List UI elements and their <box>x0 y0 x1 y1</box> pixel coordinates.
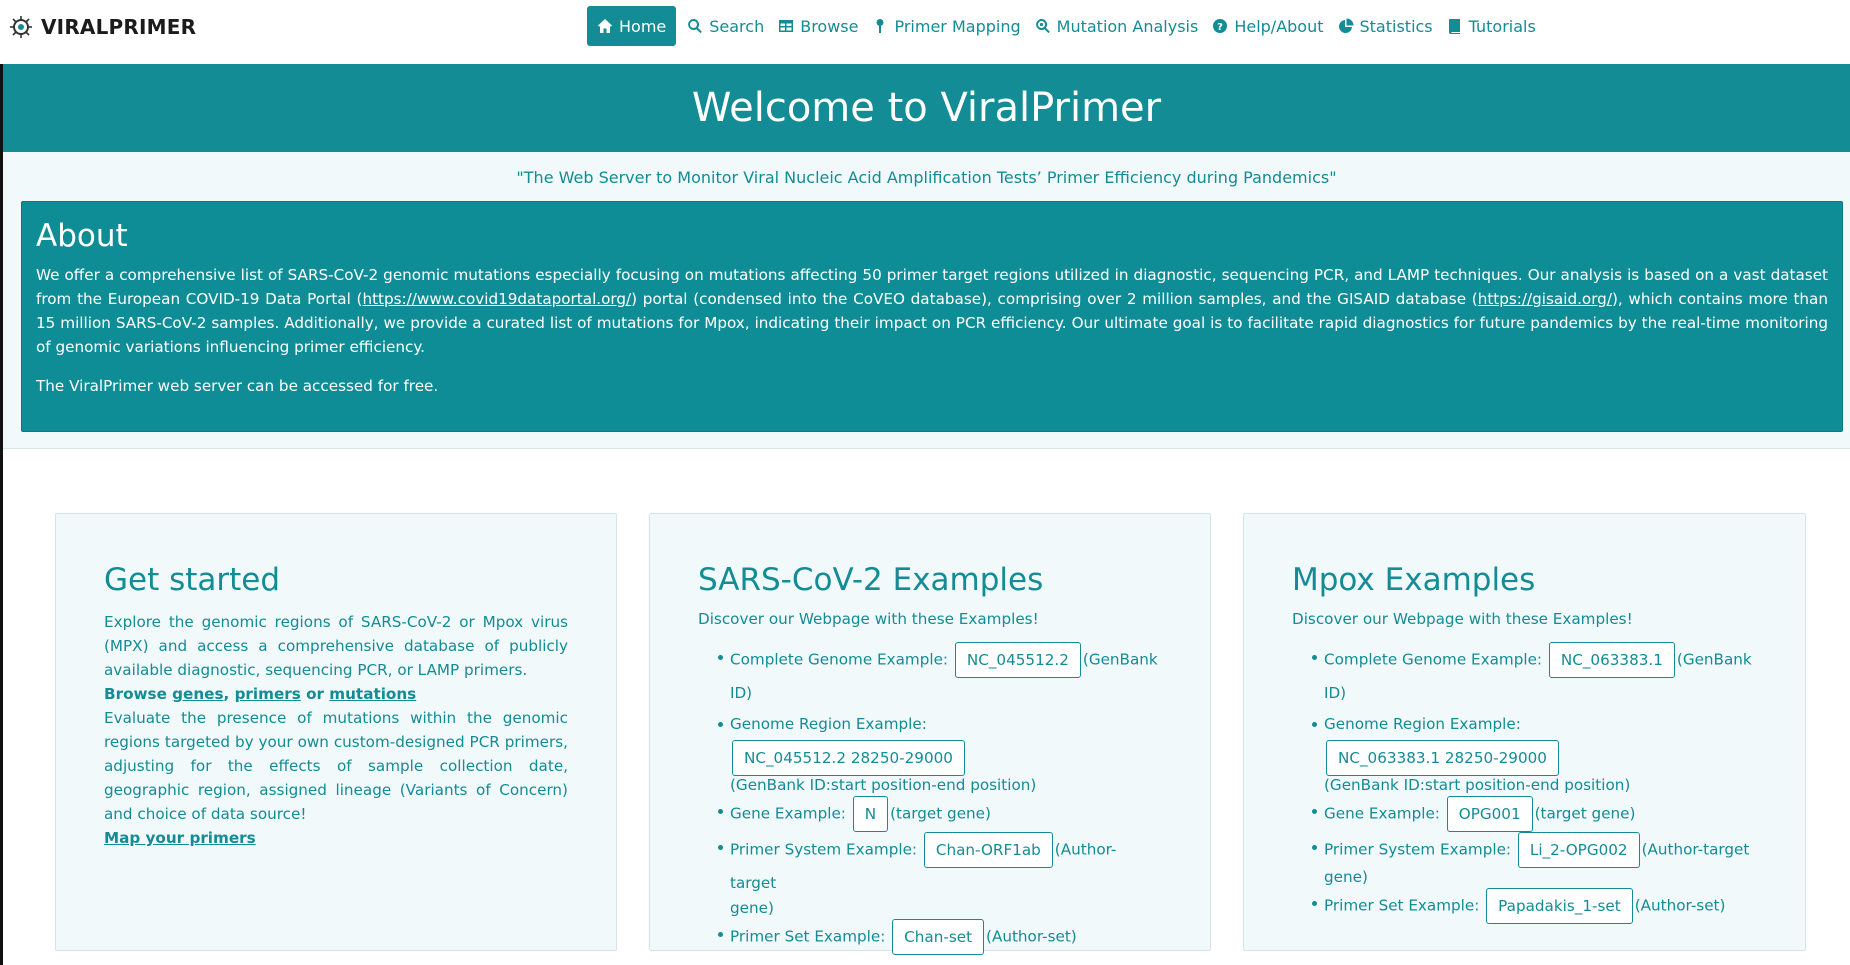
sars-examples-list: Complete Genome Example: NC_045512.2 (Gen… <box>698 642 1162 955</box>
sars-primer-system-example-button[interactable]: Chan-ORF1ab <box>923 832 1053 868</box>
sars-primer-set-example-button[interactable]: Chan-set <box>892 919 985 955</box>
nav-browse[interactable]: Browse <box>771 6 865 46</box>
about-title: About <box>36 218 128 254</box>
sars-examples-title: SARS-CoV-2 Examples <box>698 562 1044 598</box>
brand-logo[interactable]: VIRALPRIMER <box>8 15 196 39</box>
about-panel: About We offer a comprehensive list of S… <box>21 201 1843 432</box>
tagline: "The Web Server to Monitor Viral Nucleic… <box>516 168 1337 187</box>
page-title: Welcome to ViralPrimer <box>691 85 1162 131</box>
list-item: Primer Set Example: Papadakis_1-set (Auth… <box>1312 888 1757 924</box>
mpox-examples-list: Complete Genome Example: NC_063383.1 (Gen… <box>1292 642 1757 924</box>
mpox-gene-example-button[interactable]: OPG001 <box>1446 796 1533 832</box>
get-started-description: Explore the genomic regions of SARS-CoV-… <box>104 613 568 679</box>
nav-statistics[interactable]: Statistics <box>1331 6 1440 46</box>
list-item: Genome Region Example: NC_063383.1 28250… <box>1312 709 1757 796</box>
main-nav: Home Search Browse Primer Mapping Mutati… <box>587 6 1543 46</box>
nav-mutation-analysis[interactable]: Mutation Analysis <box>1028 6 1206 46</box>
mpox-genome-example-button[interactable]: NC_063383.1 <box>1548 642 1675 678</box>
nav-primer-mapping[interactable]: Primer Mapping <box>865 6 1027 46</box>
sars-region-example-button[interactable]: NC_045512.2 28250-29000 <box>732 740 965 776</box>
table-icon <box>779 20 794 32</box>
list-item: Gene Example: N (target gene) <box>718 796 1162 832</box>
mpox-examples-title: Mpox Examples <box>1292 562 1536 598</box>
search-icon <box>688 19 703 34</box>
about-free-access: The ViralPrimer web server can be access… <box>36 377 439 395</box>
sars-examples-subtitle: Discover our Webpage with these Examples… <box>698 610 1039 628</box>
browse-mutations-link[interactable]: mutations <box>329 685 416 703</box>
nav-help-about[interactable]: ? Help/About <box>1205 6 1330 46</box>
svg-text:?: ? <box>1217 22 1223 33</box>
sars-genome-example-button[interactable]: NC_045512.2 <box>954 642 1081 678</box>
nav-tutorials[interactable]: Tutorials <box>1440 6 1543 46</box>
get-started-card: Get started Explore the genomic regions … <box>55 513 617 951</box>
list-item: Primer Set Example: Chan-set (Author-set) <box>718 919 1162 955</box>
mpox-primer-set-example-button[interactable]: Papadakis_1-set <box>1486 888 1633 924</box>
mpox-region-example-button[interactable]: NC_063383.1 28250-29000 <box>1326 740 1559 776</box>
about-description: We offer a comprehensive list of SARS-Co… <box>36 266 1828 356</box>
browse-primers-link[interactable]: primers <box>235 685 301 703</box>
browse-genes-link[interactable]: genes <box>172 685 223 703</box>
brand-name: VIRALPRIMER <box>41 15 197 39</box>
book-icon <box>1448 19 1460 34</box>
nav-home[interactable]: Home <box>587 6 677 46</box>
intro-section: "The Web Server to Monitor Viral Nucleic… <box>3 152 1850 449</box>
search-mutation-icon <box>1035 19 1050 34</box>
map-pin-icon <box>876 19 884 33</box>
virus-logo-icon <box>10 16 32 38</box>
list-item: Gene Example: OPG001 (target gene) <box>1312 796 1757 832</box>
list-item: Primer System Example: Li_2-OPG002 (Autho… <box>1312 832 1757 888</box>
map-your-primers-link[interactable]: Map your primers <box>104 829 256 847</box>
list-item: Complete Genome Example: NC_063383.1 (Gen… <box>1312 642 1757 709</box>
pie-chart-icon <box>1338 18 1353 33</box>
list-item: Genome Region Example: NC_045512.2 28250… <box>718 709 1162 796</box>
sars-cov-2-examples-card: SARS-CoV-2 Examples Discover our Webpage… <box>649 513 1211 955</box>
question-circle-icon: ? <box>1213 19 1228 33</box>
get-started-title: Get started <box>104 562 281 598</box>
hero-banner: Welcome to ViralPrimer <box>3 64 1850 152</box>
list-item: Primer System Example: Chan-ORF1ab (Autho… <box>718 832 1162 919</box>
nav-search[interactable]: Search <box>680 6 771 46</box>
browse-links: Browse genes, primers or mutations <box>104 685 417 703</box>
navbar: VIRALPRIMER Home Search Browse Primer Ma… <box>0 0 1850 64</box>
list-item: Complete Genome Example: NC_045512.2 (Gen… <box>718 642 1162 709</box>
mpox-examples-subtitle: Discover our Webpage with these Examples… <box>1292 610 1633 628</box>
home-icon <box>598 19 612 33</box>
mpox-examples-card: Mpox Examples Discover our Webpage with … <box>1243 513 1806 951</box>
gisaid-link[interactable]: https://gisaid.org/ <box>1478 290 1612 308</box>
mpox-primer-system-example-button[interactable]: Li_2-OPG002 <box>1517 832 1640 868</box>
covid19-dataportal-link[interactable]: https://www.covid19dataportal.org/ <box>362 290 631 308</box>
primer-mapping-description: Evaluate the presence of mutations withi… <box>104 709 568 823</box>
sars-gene-example-button[interactable]: N <box>852 796 889 832</box>
